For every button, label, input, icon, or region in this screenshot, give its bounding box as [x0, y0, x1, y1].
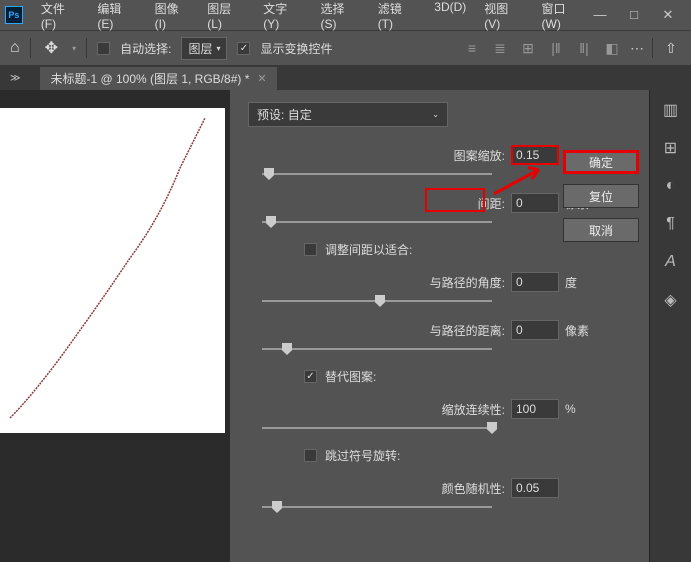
adjust-spacing-label: 调整间距以适合:	[325, 241, 412, 258]
skip-rotation-checkbox[interactable]	[304, 449, 317, 462]
alt-pattern-label: 替代图案:	[325, 368, 376, 385]
ok-button[interactable]: 确定	[563, 150, 639, 174]
color-randomness-label: 颜色随机性:	[442, 480, 505, 497]
menu-image[interactable]: 图像(I)	[147, 0, 198, 35]
show-transform-label: 显示变换控件	[260, 40, 332, 57]
move-tool-icon[interactable]: ✥	[41, 38, 62, 58]
document-tab[interactable]: 未标题-1 @ 100% (图层 1, RGB/8#) * ✕	[40, 67, 276, 90]
scale-continuity-slider[interactable]	[262, 427, 492, 429]
angle-label: 与路径的角度:	[430, 274, 505, 291]
expand-panels-icon[interactable]: ≫	[10, 73, 20, 84]
auto-select-checkbox[interactable]	[97, 42, 110, 55]
color-randomness-input[interactable]	[511, 478, 559, 498]
menu-window[interactable]: 窗口(W)	[534, 0, 593, 35]
canvas-area	[0, 90, 230, 562]
menu-file[interactable]: 文件(F)	[33, 0, 88, 35]
skip-rotation-label: 跳过符号旋转:	[325, 447, 400, 464]
align-icon-1[interactable]: ≡	[462, 38, 482, 58]
pattern-scale-slider[interactable]	[262, 173, 492, 175]
histogram-icon[interactable]: ▥	[661, 100, 681, 120]
distance-input[interactable]	[511, 320, 559, 340]
spacing-slider[interactable]	[262, 221, 492, 223]
angle-unit: 度	[565, 274, 593, 291]
share-icon[interactable]: ⇧	[661, 38, 681, 58]
menu-edit[interactable]: 编辑(E)	[89, 0, 144, 35]
align-icon-3[interactable]: ⊞	[518, 38, 538, 58]
spacing-label: 间距:	[478, 195, 505, 212]
show-transform-checkbox[interactable]	[237, 42, 250, 55]
menu-3d[interactable]: 3D(D)	[426, 0, 474, 35]
options-toolbar: ⌂ ✥ ▾ 自动选择: 图层▾ 显示变换控件 ≡ ≣ ⊞ |‖ ‖| ◧ ⋯ ⇧	[0, 30, 691, 66]
distribute-icon-2[interactable]: ‖|	[574, 38, 594, 58]
window-controls: ― □ ✕	[592, 7, 686, 23]
preset-dropdown[interactable]: 预设: 自定 ⌄	[248, 102, 448, 127]
close-tab-icon[interactable]: ✕	[257, 72, 266, 85]
right-panel-dock: ▥ ⊞ ◐ ¶ A ◈	[649, 90, 691, 562]
alt-pattern-checkbox[interactable]	[304, 370, 317, 383]
3d-mode-icon[interactable]: ◧	[602, 38, 622, 58]
home-icon[interactable]: ⌂	[10, 39, 20, 57]
maximize-button[interactable]: □	[626, 7, 642, 23]
adjust-spacing-checkbox[interactable]	[304, 243, 317, 256]
scale-continuity-label: 缩放连续性:	[442, 401, 505, 418]
menu-filter[interactable]: 滤镜(T)	[370, 0, 425, 35]
swatches-icon[interactable]: ⊞	[661, 138, 681, 158]
document-tabs: ≫ 未标题-1 @ 100% (图层 1, RGB/8#) * ✕	[0, 66, 691, 90]
canvas[interactable]	[0, 108, 225, 433]
pattern-scale-input[interactable]	[511, 145, 559, 165]
auto-select-label: 自动选择:	[120, 40, 171, 57]
distance-label: 与路径的距离:	[430, 322, 505, 339]
spacing-input[interactable]	[511, 193, 559, 213]
menu-layer[interactable]: 图层(L)	[199, 0, 253, 35]
character-icon[interactable]: A	[661, 252, 681, 272]
titlebar: Ps 文件(F) 编辑(E) 图像(I) 图层(L) 文字(Y) 选择(S) 滤…	[0, 0, 691, 30]
document-tab-title: 未标题-1 @ 100% (图层 1, RGB/8#) *	[50, 70, 249, 87]
auto-select-dropdown[interactable]: 图层▾	[181, 37, 227, 60]
menu-type[interactable]: 文字(Y)	[255, 0, 310, 35]
layers-icon[interactable]: ◈	[661, 290, 681, 310]
scale-continuity-input[interactable]	[511, 399, 559, 419]
angle-input[interactable]	[511, 272, 559, 292]
minimize-button[interactable]: ―	[592, 7, 608, 23]
distribute-icon-1[interactable]: |‖	[546, 38, 566, 58]
align-icon-2[interactable]: ≣	[490, 38, 510, 58]
distance-unit: 像素	[565, 322, 593, 339]
close-button[interactable]: ✕	[660, 7, 676, 23]
scale-continuity-unit: %	[565, 402, 593, 416]
distance-slider[interactable]	[262, 348, 492, 350]
color-icon[interactable]: ◐	[661, 176, 681, 196]
menu-select[interactable]: 选择(S)	[312, 0, 367, 35]
main-menu: 文件(F) 编辑(E) 图像(I) 图层(L) 文字(Y) 选择(S) 滤镜(T…	[33, 0, 592, 35]
angle-slider[interactable]	[262, 300, 492, 302]
menu-view[interactable]: 视图(V)	[476, 0, 531, 35]
pattern-scale-label: 图案缩放:	[454, 147, 505, 164]
reset-button[interactable]: 复位	[563, 184, 639, 208]
cancel-button[interactable]: 取消	[563, 218, 639, 242]
color-randomness-slider[interactable]	[262, 506, 492, 508]
paragraph-icon[interactable]: ¶	[661, 214, 681, 234]
app-logo: Ps	[5, 6, 23, 24]
brush-stroke	[0, 108, 225, 433]
